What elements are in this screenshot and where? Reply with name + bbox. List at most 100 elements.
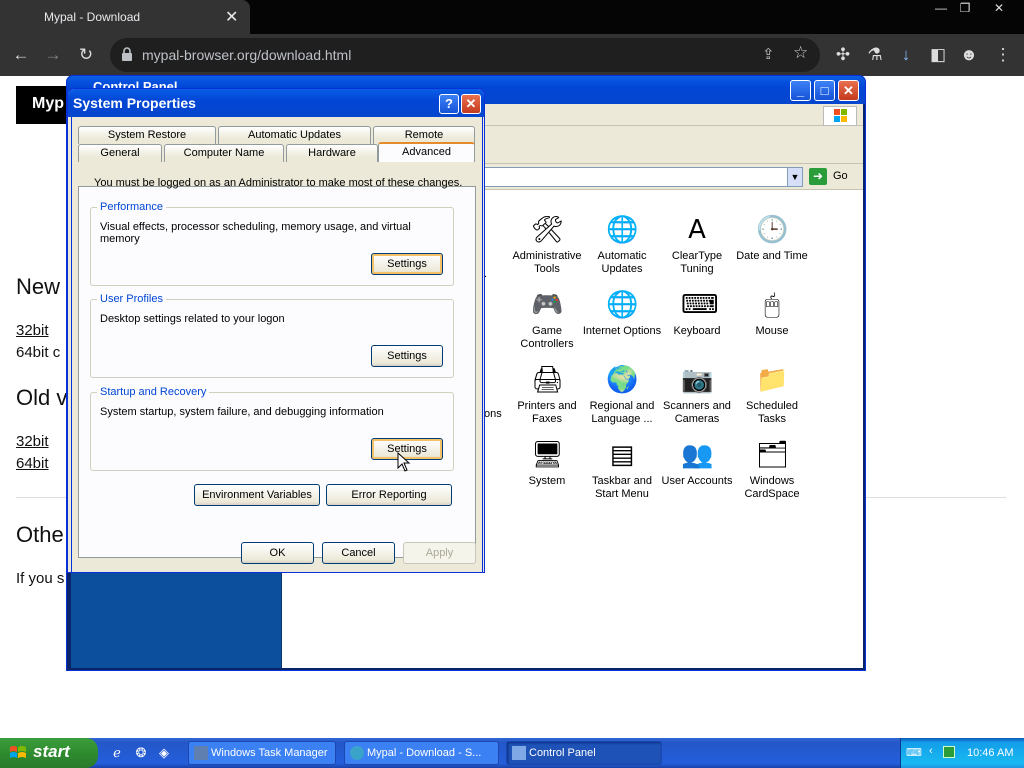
back-icon[interactable]: ←	[10, 44, 32, 66]
cp-item-internet-options[interactable]: 🌐 Internet Options	[582, 289, 662, 338]
sp-close-button[interactable]: ✕	[461, 94, 481, 114]
cancel-button[interactable]: Cancel	[322, 542, 395, 564]
heading-new: New	[16, 274, 61, 299]
download-icon[interactable]: ↓	[895, 44, 917, 66]
cp-item-date-time[interactable]: 🕒 Date and Time	[732, 214, 812, 263]
user-profiles-group: User Profiles Desktop settings related t…	[90, 293, 454, 378]
restore-icon[interactable]: ❐	[952, 0, 978, 17]
tab-system-restore[interactable]: System Restore	[78, 126, 216, 144]
side-panel-icon[interactable]: ◧	[927, 44, 949, 66]
cp-item-label: System	[528, 475, 566, 487]
task-mypal-download[interactable]: Mypal - Download - S...	[344, 741, 499, 765]
tray-expand-icon[interactable]: ‹	[929, 745, 933, 757]
tray-app-icon[interactable]	[943, 746, 955, 758]
profile-avatar-icon[interactable]: ☻	[958, 44, 980, 66]
cp-item-label: Windows CardSpace	[744, 475, 800, 500]
help-button[interactable]: ?	[439, 94, 459, 114]
keyboard-tray-icon[interactable]: ⌨	[906, 746, 922, 759]
system-properties-dialog[interactable]: System Properties ? ✕ System Restore Aut…	[67, 88, 485, 573]
go-arrow-icon[interactable]: ➜	[809, 168, 827, 185]
forward-icon[interactable]: →	[42, 44, 64, 66]
cp-item-label: Game Controllers	[520, 325, 574, 350]
cp-item-label: Mouse	[755, 325, 789, 337]
windows-flag-icon	[823, 106, 857, 126]
quicklaunch-icon-3[interactable]: ◈	[155, 744, 173, 762]
browser-toolbar: ← → ↻ mypal-browser.org/download.html ⇪ …	[0, 34, 1024, 76]
tab-general[interactable]: General	[78, 144, 162, 162]
link-32bit-old[interactable]: 32bit	[16, 433, 49, 450]
lock-icon	[122, 47, 132, 61]
startup-recovery-label: Startup and Recovery	[97, 386, 210, 398]
heading-old: Old v	[16, 385, 68, 410]
mouse-cursor-icon	[397, 452, 411, 472]
tab-automatic-updates[interactable]: Automatic Updates	[218, 126, 371, 144]
tab-advanced[interactable]: Advanced	[378, 142, 475, 162]
tab-computer-name[interactable]: Computer Name	[164, 144, 284, 162]
error-reporting-button[interactable]: Error Reporting	[326, 484, 452, 506]
cp-close-button[interactable]: ✕	[838, 80, 859, 101]
cp-partial-label-2: ons	[484, 408, 502, 420]
task-control-panel[interactable]: Control Panel	[506, 741, 662, 765]
user-profiles-settings-button[interactable]: Settings	[371, 345, 443, 367]
apply-button[interactable]: Apply	[403, 542, 476, 564]
cp-item-cleartype[interactable]: A ClearType Tuning	[657, 214, 737, 276]
quicklaunch-icon-2[interactable]: ❂	[132, 744, 150, 762]
ok-button[interactable]: OK	[241, 542, 314, 564]
sp-title: System Properties	[73, 95, 196, 111]
minimize-icon[interactable]: —	[928, 0, 954, 17]
cp-item-automatic-updates[interactable]: 🌐 Automatic Updates	[582, 214, 662, 276]
cp-item-keyboard[interactable]: ⌨ Keyboard	[657, 289, 737, 338]
link-32bit-new[interactable]: 32bit	[16, 322, 49, 339]
heading-other: Othe	[16, 522, 64, 547]
cp-item-scheduled-tasks[interactable]: 📁 Scheduled Tasks	[732, 364, 812, 426]
cp-item-printers[interactable]: 🖨 Printers and Faxes	[507, 364, 587, 426]
cp-item-system[interactable]: 🖥 System	[507, 439, 587, 488]
cp-item-label: Printers and Faxes	[517, 400, 577, 425]
windows-logo-icon	[10, 746, 26, 758]
menu-icon[interactable]: ⋮	[992, 44, 1014, 66]
browser-tab[interactable]: Mypal - Download ✕	[0, 0, 250, 34]
mypal-icon	[350, 746, 364, 760]
ie-quicklaunch-icon[interactable]: ℯ	[108, 744, 126, 762]
task-label: Control Panel	[529, 747, 596, 759]
text-if-you: If you s	[16, 570, 65, 587]
close-window-icon[interactable]: ✕	[986, 0, 1012, 17]
cp-item-taskbar[interactable]: ▤ Taskbar and Start Menu	[582, 439, 662, 501]
cp-item-regional[interactable]: 🌍 Regional and Language ...	[582, 364, 662, 426]
cp-item-label: Internet Options	[582, 325, 662, 337]
cp-item-label: Scanners and Cameras	[663, 400, 731, 425]
sp-titlebar[interactable]: System Properties ? ✕	[68, 89, 484, 117]
clock[interactable]: 10:46 AM	[967, 747, 1013, 759]
address-bar[interactable]: mypal-browser.org/download.html ⇪ ☆	[110, 38, 820, 72]
cp-item-mouse[interactable]: 🖱 Mouse	[732, 289, 812, 338]
environment-variables-button[interactable]: Environment Variables	[194, 484, 320, 506]
cp-address-dropdown-icon[interactable]: ▼	[787, 167, 803, 187]
cp-item-administrative-tools[interactable]: 🛠 Administrative Tools	[507, 214, 587, 276]
cp-item-label: Scheduled Tasks	[746, 400, 798, 425]
link-64bit-old[interactable]: 64bit	[16, 455, 49, 472]
cp-maximize-button[interactable]: □	[814, 80, 835, 101]
share-icon[interactable]: ⇪	[762, 45, 775, 63]
tab-hardware[interactable]: Hardware	[286, 144, 378, 162]
date-time-icon: 🕒	[756, 215, 789, 245]
labs-icon[interactable]: ⚗	[864, 44, 886, 66]
system-icon: 🖥	[531, 440, 565, 470]
taskbar-icon: ▤	[609, 440, 635, 470]
cp-minimize-button[interactable]: _	[790, 80, 811, 101]
extensions-icon[interactable]: ✣	[832, 44, 854, 66]
bookmark-star-icon[interactable]: ☆	[793, 43, 808, 63]
taskbar: start ℯ ❂ ◈ Windows Task Manager Mypal -…	[0, 738, 1024, 768]
cp-item-user-accounts[interactable]: 👥 User Accounts	[657, 439, 737, 488]
cp-item-label: ClearType Tuning	[671, 250, 723, 275]
go-label[interactable]: Go	[833, 170, 848, 182]
tab-title: Mypal - Download	[44, 10, 141, 24]
user-profiles-label: User Profiles	[97, 293, 166, 305]
cp-item-cardspace[interactable]: 🗂 Windows CardSpace	[732, 439, 812, 501]
performance-settings-button[interactable]: Settings	[371, 253, 443, 275]
start-button[interactable]: start	[0, 738, 98, 768]
reload-icon[interactable]: ↻	[75, 44, 97, 66]
cp-item-scanners[interactable]: 📷 Scanners and Cameras	[657, 364, 737, 426]
tab-close-icon[interactable]: ✕	[225, 7, 238, 27]
task-windows-task-manager[interactable]: Windows Task Manager	[188, 741, 336, 765]
cp-item-game-controllers[interactable]: 🎮 Game Controllers	[507, 289, 587, 351]
